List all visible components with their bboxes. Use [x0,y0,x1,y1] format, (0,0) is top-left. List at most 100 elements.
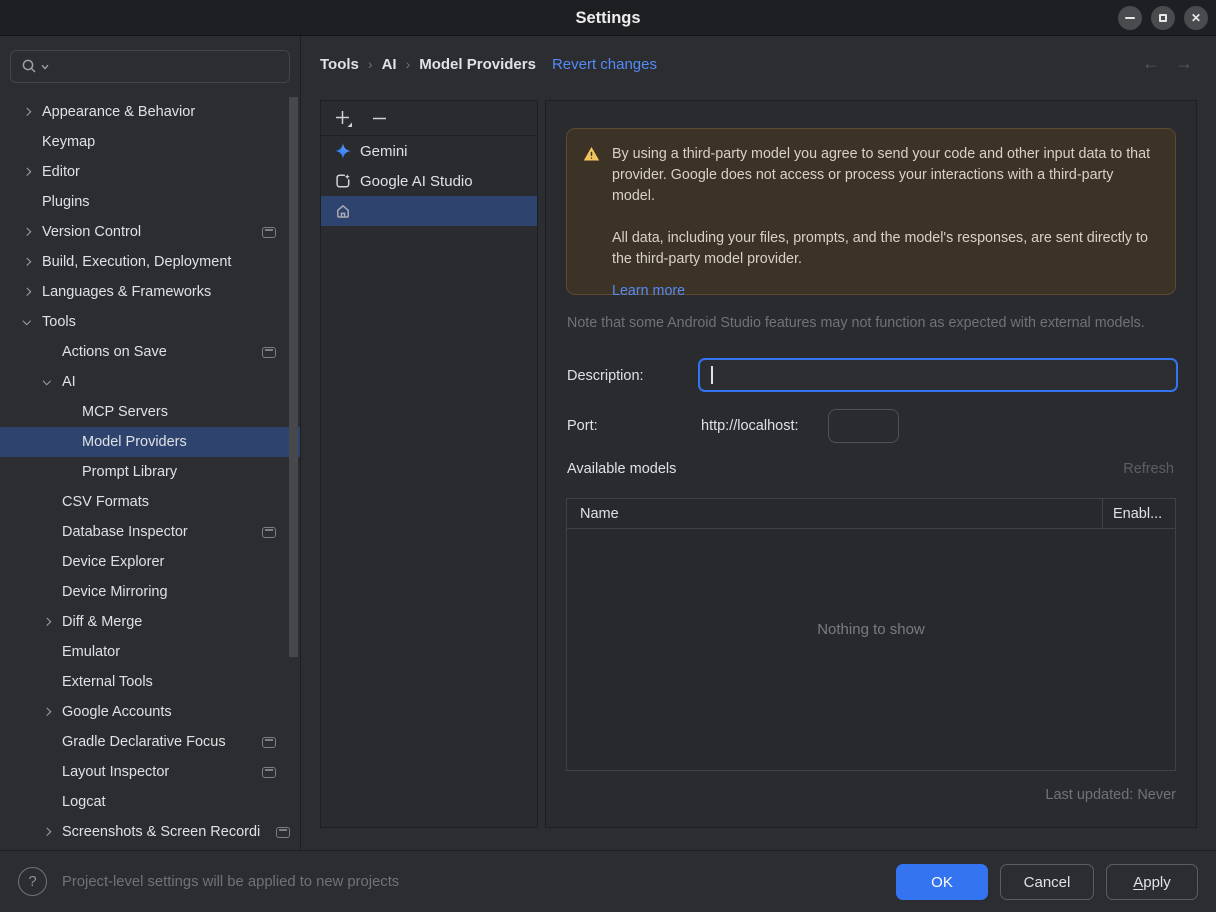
available-models-label: Available models [567,461,677,477]
sidebar-item-build-execution-deployment[interactable]: Build, Execution, Deployment [0,247,300,277]
sidebar-item-screenshots-screen-recording[interactable]: Screenshots & Screen Recordi [0,817,300,847]
chevron-right-icon[interactable] [42,822,62,842]
breadcrumb-separator-icon: › [367,56,373,72]
chevron-right-icon[interactable] [22,282,42,302]
minimize-button[interactable] [1118,6,1142,30]
sidebar-item-actions-on-save[interactable]: Actions on Save [0,337,300,367]
screen-settings-icon [262,766,276,778]
sidebar-item-keymap[interactable]: Keymap [0,127,300,157]
remove-provider-button[interactable] [369,108,389,128]
column-header-name[interactable]: Name [567,506,619,522]
tree-label: Build, Execution, Deployment [42,254,232,270]
sidebar-item-mcp-servers[interactable]: MCP Servers [0,397,300,427]
title-bar: Settings ✕ [0,0,1216,36]
tree-label: Editor [42,164,80,180]
breadcrumb-model-providers[interactable]: Model Providers [419,56,536,73]
chevron-down-icon[interactable] [22,312,42,332]
sidebar-item-appearance-behavior[interactable]: Appearance & Behavior [0,97,300,127]
models-empty-state: Nothing to show [817,620,925,638]
chevron-right-icon[interactable] [22,162,42,182]
warning-paragraph-1: By using a third-party model you agree t… [612,146,1151,204]
history-navigation: ← → [1142,53,1193,74]
maximize-icon [1159,14,1167,22]
breadcrumb-separator-icon: › [405,56,411,72]
sidebar-item-diff-merge[interactable]: Diff & Merge [0,607,300,637]
sidebar-item-device-explorer[interactable]: Device Explorer [0,547,300,577]
sidebar-item-emulator[interactable]: Emulator [0,637,300,667]
sidebar-item-languages-frameworks[interactable]: Languages & Frameworks [0,277,300,307]
sidebar-item-gradle-declarative-focus[interactable]: Gradle Declarative Focus [0,727,300,757]
revert-changes-link[interactable]: Revert changes [552,56,657,73]
cancel-button[interactable]: Cancel [1000,864,1094,900]
learn-more-link[interactable]: Learn more [612,283,685,299]
breadcrumb-tools[interactable]: Tools [320,56,359,73]
search-options-chevron-icon[interactable] [41,64,49,70]
breadcrumb: Tools › AI › Model Providers Revert chan… [320,51,657,77]
sidebar-item-version-control[interactable]: Version Control [0,217,300,247]
tree-label: Tools [42,314,76,330]
sidebar-item-google-accounts[interactable]: Google Accounts [0,697,300,727]
sidebar-item-tools[interactable]: Tools [0,307,300,337]
project-level-hint: Project-level settings will be applied t… [62,874,400,890]
models-table-header: Name Enabl... [567,499,1175,529]
settings-search-input[interactable] [10,50,290,83]
tree-label: Actions on Save [62,344,167,360]
chevron-right-icon[interactable] [22,252,42,272]
tree-label: Languages & Frameworks [42,284,212,300]
maximize-button[interactable] [1151,6,1175,30]
provider-label: Google AI Studio [360,172,473,190]
description-input[interactable] [698,358,1178,392]
sidebar-item-logcat[interactable]: Logcat [0,787,300,817]
question-mark-icon: ? [28,873,37,890]
sidebar-divider [300,36,301,850]
refresh-button[interactable]: Refresh [1123,461,1174,477]
chevron-down-icon[interactable] [42,372,62,392]
tree-label: Logcat [62,794,106,810]
column-divider[interactable] [1102,499,1103,529]
sidebar-item-layout-inspector[interactable]: Layout Inspector [0,757,300,787]
chevron-right-icon[interactable] [42,702,62,722]
sidebar-item-editor[interactable]: Editor [0,157,300,187]
breadcrumb-ai[interactable]: AI [382,56,397,73]
models-table: Name Enabl... Nothing to show [566,498,1176,771]
help-button[interactable]: ? [18,867,47,896]
sidebar-item-plugins[interactable]: Plugins [0,187,300,217]
sidebar-item-prompt-library[interactable]: Prompt Library [0,457,300,487]
close-button[interactable]: ✕ [1184,6,1208,30]
chevron-right-icon[interactable] [22,222,42,242]
screen-settings-icon [262,736,276,748]
google-ai-studio-icon [335,173,351,189]
sidebar-item-external-tools[interactable]: External Tools [0,667,300,697]
sidebar-item-device-mirroring[interactable]: Device Mirroring [0,577,300,607]
tree-label: Device Mirroring [62,584,168,600]
tree-label: Screenshots & Screen Recordi [62,824,261,840]
sidebar-item-ai[interactable]: AI [0,367,300,397]
tree-label: Gradle Declarative Focus [62,734,226,750]
add-provider-button[interactable] [333,108,353,128]
chevron-right-icon[interactable] [22,102,42,122]
sidebar-item-model-providers[interactable]: Model Providers [0,427,300,457]
settings-dialog: Settings ✕ Tools › AI › Model Providers … [0,0,1216,912]
ok-button[interactable]: OK [896,864,988,900]
warning-icon [583,146,600,282]
column-header-enabled[interactable]: Enabl... [1113,506,1162,522]
sidebar-scrollbar[interactable] [289,97,298,657]
screen-settings-icon [276,826,290,838]
tree-label: Layout Inspector [62,764,170,780]
sidebar-item-csv-formats[interactable]: CSV Formats [0,487,300,517]
provider-item-new[interactable] [321,196,537,226]
provider-detail-panel: By using a third-party model you agree t… [545,100,1197,828]
tree-label: Device Explorer [62,554,165,570]
window-controls: ✕ [1118,6,1208,30]
back-arrow-icon[interactable]: ← [1142,53,1160,74]
sidebar-item-database-inspector[interactable]: Database Inspector [0,517,300,547]
tree-label: Plugins [42,194,90,210]
tree-label: Version Control [42,224,142,240]
minimize-icon [1125,17,1135,19]
forward-arrow-icon[interactable]: → [1175,53,1193,74]
port-input[interactable] [828,409,899,443]
provider-item-google-ai-studio[interactable]: Google AI Studio [321,166,537,196]
provider-item-gemini[interactable]: Gemini [321,136,537,166]
chevron-right-icon[interactable] [42,612,62,632]
apply-button[interactable]: Apply [1106,864,1198,900]
